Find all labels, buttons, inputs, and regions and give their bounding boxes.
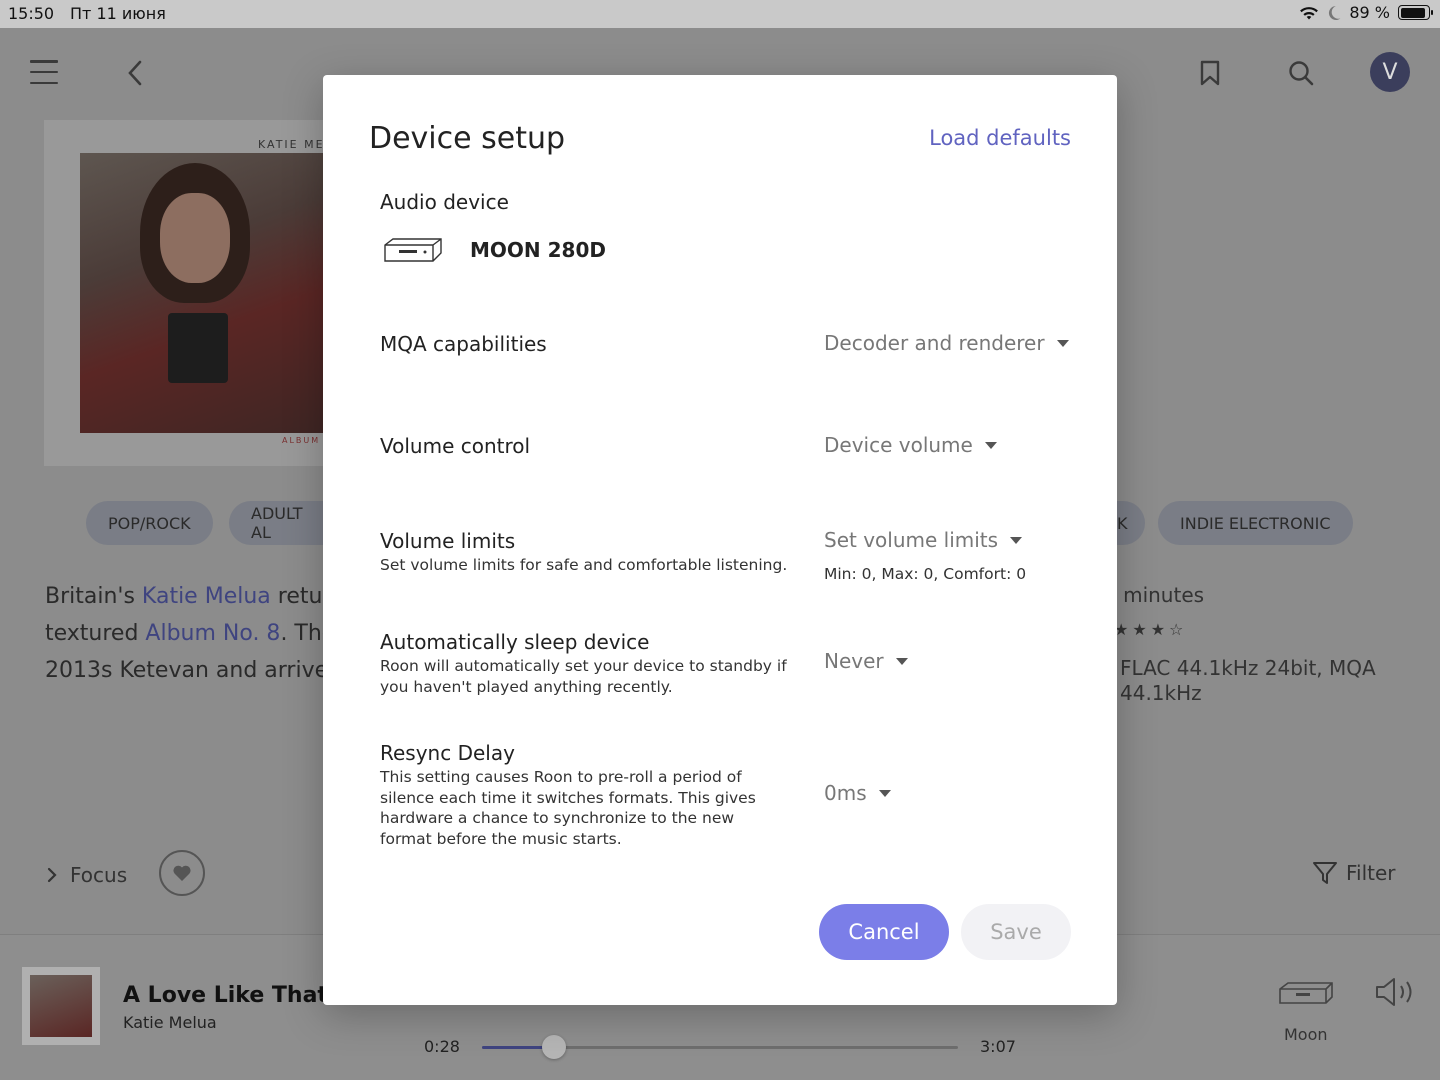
total-time: 3:07 [980, 1037, 1016, 1056]
album-link[interactable]: Album No. 8 [145, 621, 280, 646]
cancel-button[interactable]: Cancel [819, 904, 949, 960]
audio-device-icon [383, 235, 443, 269]
genre-chip[interactable]: INDIE ELECTRONIC [1158, 501, 1353, 545]
status-date: Пт 11 июня [70, 4, 166, 23]
mqa-label: MQA capabilities [380, 332, 547, 356]
menu-icon[interactable] [30, 60, 58, 84]
dialog-title: Device setup [369, 121, 566, 156]
volume-control-label: Volume control [380, 434, 531, 458]
favorite-heart-icon[interactable] [159, 850, 205, 896]
device-setup-dialog: Device setup Load defaults Audio device … [323, 75, 1117, 1005]
search-icon[interactable] [1286, 58, 1316, 92]
caret-down-icon [878, 789, 891, 797]
seek-handle[interactable] [542, 1035, 567, 1059]
volume-limits-label: Volume limits [380, 529, 516, 553]
status-bar: 15:50 Пт 11 июня 89 % [0, 0, 1440, 28]
sleep-value: Never [824, 649, 884, 673]
volume-limits-dropdown[interactable]: Set volume limits [824, 528, 1023, 552]
save-button[interactable]: Save [961, 904, 1071, 960]
caret-down-icon [1056, 339, 1069, 347]
album-format: FLAC 44.1kHz 24bit, MQA 44.1kHz [1120, 656, 1376, 705]
chevron-right-icon [47, 867, 57, 883]
resync-label: Resync Delay [380, 741, 515, 765]
genre-chip[interactable]: ADULT AL [229, 501, 323, 545]
volume-limits-desc: Set volume limits for safe and comfortab… [380, 556, 788, 574]
caret-down-icon [895, 657, 908, 665]
cover-label-bottom: ALBUM [282, 436, 321, 445]
moon-icon [1329, 5, 1341, 20]
resync-dropdown[interactable]: 0ms [824, 781, 891, 805]
status-right: 89 % [1299, 3, 1433, 22]
status-time: 15:50 [8, 4, 55, 23]
caret-down-icon [984, 441, 997, 449]
album-cover: KATIE ME ALBUM [44, 120, 344, 466]
filter-icon [1313, 862, 1337, 884]
now-playing-artist[interactable]: Katie Melua [123, 1013, 217, 1032]
volume-limits-summary: Min: 0, Max: 0, Comfort: 0 [824, 565, 1027, 583]
back-icon[interactable] [124, 58, 146, 92]
filter-label: Filter [1346, 861, 1396, 885]
now-playing-title[interactable]: A Love Like That [123, 983, 328, 1008]
zone-label[interactable]: Moon [1284, 1025, 1328, 1044]
volume-control-dropdown[interactable]: Device volume [824, 433, 997, 457]
battery-icon [1398, 5, 1433, 20]
cover-label-top: KATIE ME [258, 138, 325, 151]
load-defaults-link[interactable]: Load defaults [929, 126, 1071, 150]
wifi-icon [1300, 6, 1319, 19]
sleep-label: Automatically sleep device [380, 630, 650, 654]
bookmark-icon[interactable] [1198, 58, 1222, 92]
focus-label: Focus [70, 863, 128, 887]
genre-chip[interactable]: K [1117, 501, 1145, 545]
sleep-desc: Roon will automatically set your device … [380, 657, 787, 696]
cover-photo [80, 153, 344, 433]
resync-value: 0ms [824, 781, 867, 805]
focus-button[interactable]: Focus [46, 863, 127, 887]
resync-desc: This setting causes Roon to pre-roll a p… [380, 768, 756, 848]
mqa-value: Decoder and renderer [824, 331, 1045, 355]
avatar[interactable]: V [1370, 52, 1410, 92]
now-playing-thumbnail[interactable] [22, 967, 100, 1045]
caret-down-icon [1010, 536, 1023, 544]
rating-stars[interactable]: ★★★☆ [1114, 620, 1187, 639]
filter-button[interactable]: Filter [1312, 860, 1396, 886]
device-name: MOON 280D [470, 238, 606, 262]
zone-device-icon[interactable] [1276, 979, 1336, 1013]
mqa-dropdown[interactable]: Decoder and renderer [824, 331, 1069, 355]
volume-limits-value: Set volume limits [824, 528, 999, 552]
volume-control-value: Device volume [824, 433, 973, 457]
battery-percent: 89 % [1349, 3, 1390, 22]
album-description: Britain's Katie Melua return textured Al… [45, 584, 335, 683]
elapsed-time: 0:28 [424, 1037, 460, 1056]
audio-device-label: Audio device [380, 190, 509, 214]
genre-chip[interactable]: POP/ROCK [86, 501, 213, 545]
artist-link[interactable]: Katie Melua [142, 584, 271, 609]
sleep-dropdown[interactable]: Never [824, 649, 908, 673]
album-duration: 7 minutes [1104, 583, 1205, 607]
volume-icon[interactable] [1374, 975, 1420, 1013]
